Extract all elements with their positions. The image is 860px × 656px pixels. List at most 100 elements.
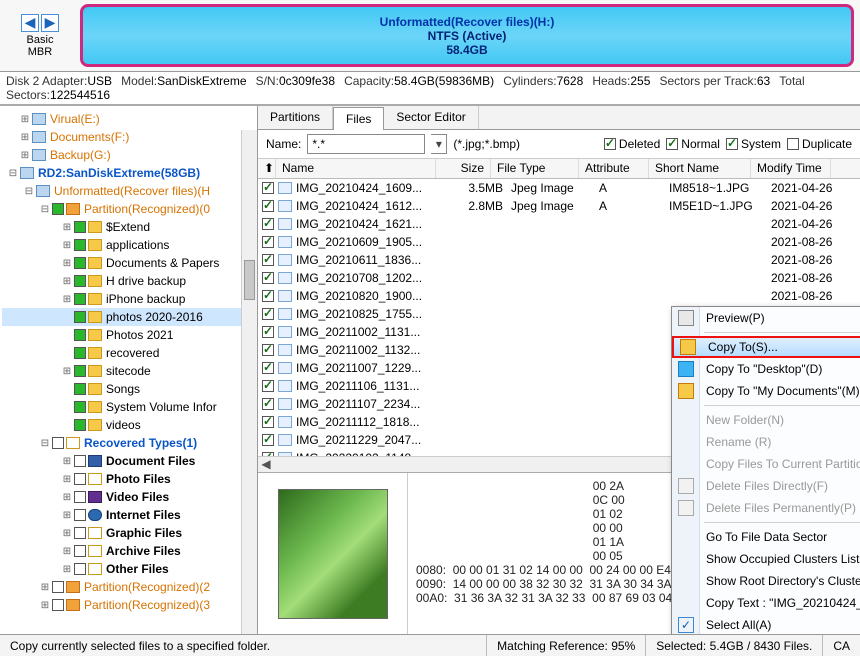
tree-item-partition-rec2[interactable]: ⊞Partition(Recognized)(2 [2, 578, 255, 596]
tree-item-applications[interactable]: ⊞applications [2, 236, 255, 254]
tree-item-docs-papers[interactable]: ⊞Documents & Papers [2, 254, 255, 272]
checkbox-icon[interactable] [52, 203, 64, 215]
row-checkbox[interactable] [262, 434, 274, 446]
checkbox-icon[interactable] [52, 581, 64, 593]
tab-files[interactable]: Files [333, 107, 384, 130]
file-row[interactable]: IMG_20210609_1905...2021-08-26 [258, 233, 860, 251]
checkbox-icon[interactable] [74, 401, 86, 413]
ctx-copy-text[interactable]: Copy Text : "IMG_20210424_162113.jpg" [672, 592, 860, 614]
tree-item-photos-selected[interactable]: photos 2020-2016 [2, 308, 255, 326]
row-checkbox[interactable] [262, 254, 274, 266]
tree-item-photo-files[interactable]: ⊞Photo Files [2, 470, 255, 488]
row-checkbox[interactable] [262, 416, 274, 428]
filter-deleted-checkbox[interactable]: Deleted [604, 137, 660, 151]
ctx-copy-desktop[interactable]: Copy To "Desktop"(D) [672, 358, 860, 380]
col-modify[interactable]: Modify Time [751, 159, 831, 178]
row-checkbox[interactable] [262, 344, 274, 356]
row-checkbox[interactable] [262, 218, 274, 230]
filter-name-input[interactable] [307, 134, 425, 154]
col-name[interactable]: Name [276, 159, 436, 178]
row-checkbox[interactable] [262, 236, 274, 248]
checkbox-icon[interactable] [74, 491, 86, 503]
row-checkbox[interactable] [262, 272, 274, 284]
checkbox-icon[interactable] [74, 527, 86, 539]
col-shortname[interactable]: Short Name [649, 159, 751, 178]
tree-item-extend[interactable]: ⊞$Extend [2, 218, 255, 236]
tree-scrollbar[interactable] [241, 130, 257, 634]
checkbox-icon[interactable] [74, 383, 86, 395]
checkbox-icon[interactable] [74, 239, 86, 251]
row-checkbox[interactable] [262, 326, 274, 338]
row-checkbox[interactable] [262, 362, 274, 374]
tree-item-photos21[interactable]: Photos 2021 [2, 326, 255, 344]
checkbox-icon[interactable] [74, 329, 86, 341]
tree-item-partition-rec3[interactable]: ⊞Partition(Recognized)(3 [2, 596, 255, 614]
tree-item-recovered-types[interactable]: ⊟Recovered Types(1) [2, 434, 255, 452]
checkbox-icon[interactable] [74, 293, 86, 305]
tree-item-other-files[interactable]: ⊞Other Files [2, 560, 255, 578]
row-checkbox[interactable] [262, 452, 274, 456]
checkbox-icon[interactable] [52, 437, 64, 449]
tree-item-iphone[interactable]: ⊞iPhone backup [2, 290, 255, 308]
col-up-icon[interactable]: ⬆ [258, 159, 276, 178]
tree-item-virtual[interactable]: ⊞Virual(E:) [2, 110, 255, 128]
tree-item-rd2[interactable]: ⊟RD2:SanDiskExtreme(58GB) [2, 164, 255, 182]
tree-item-songs[interactable]: Songs [2, 380, 255, 398]
ctx-show-root[interactable]: Show Root Directory's Clusters List [672, 570, 860, 592]
tree-item-documents[interactable]: ⊞Documents(F:) [2, 128, 255, 146]
nav-back-button[interactable]: ◀ [21, 14, 39, 32]
file-row[interactable]: IMG_20210424_1612...2.8MBJpeg ImageAIM5E… [258, 197, 860, 215]
row-checkbox[interactable] [262, 380, 274, 392]
file-row[interactable]: IMG_20210424_1609...3.5MBJpeg ImageAIM85… [258, 179, 860, 197]
file-row[interactable]: IMG_20210424_1621...2021-04-26 [258, 215, 860, 233]
ctx-select-all[interactable]: ✓Select All(A) [672, 614, 860, 634]
checkbox-icon[interactable] [74, 221, 86, 233]
tree-item-h-drive[interactable]: ⊞H drive backup [2, 272, 255, 290]
col-type[interactable]: File Type [491, 159, 579, 178]
ctx-go-sector[interactable]: Go To File Data Sector▸ [672, 526, 860, 548]
tree-item-svi[interactable]: System Volume Infor [2, 398, 255, 416]
ctx-copy-mydocs[interactable]: Copy To "My Documents"(M) [672, 380, 860, 402]
tree-item-backup[interactable]: ⊞Backup(G:) [2, 146, 255, 164]
tree-item-sitecode[interactable]: ⊞sitecode [2, 362, 255, 380]
checkbox-icon[interactable] [74, 311, 86, 323]
checkbox-icon[interactable] [74, 455, 86, 467]
ctx-show-occupied[interactable]: Show Occupied Clusters List [672, 548, 860, 570]
checkbox-icon[interactable] [74, 365, 86, 377]
checkbox-icon[interactable] [74, 347, 86, 359]
row-checkbox[interactable] [262, 200, 274, 212]
tree-item-recovered[interactable]: recovered [2, 344, 255, 362]
filter-system-checkbox[interactable]: System [726, 137, 781, 151]
tree-item-video-files[interactable]: ⊞Video Files [2, 488, 255, 506]
col-size[interactable]: Size [436, 159, 491, 178]
nav-forward-button[interactable]: ▶ [41, 14, 59, 32]
file-row[interactable]: IMG_20210708_1202...2021-08-26 [258, 269, 860, 287]
tree-item-archive-files[interactable]: ⊞Archive Files [2, 542, 255, 560]
checkbox-icon[interactable] [74, 545, 86, 557]
row-checkbox[interactable] [262, 308, 274, 320]
checkbox-icon[interactable] [74, 257, 86, 269]
checkbox-icon[interactable] [74, 563, 86, 575]
filter-normal-checkbox[interactable]: Normal [666, 137, 720, 151]
ctx-copy-to[interactable]: Copy To(S)... [672, 336, 860, 358]
tree-item-internet-files[interactable]: ⊞Internet Files [2, 506, 255, 524]
checkbox-icon[interactable] [74, 473, 86, 485]
tree-item-unformatted[interactable]: ⊟Unformatted(Recover files)(H [2, 182, 255, 200]
checkbox-icon[interactable] [74, 509, 86, 521]
tab-partitions[interactable]: Partitions [258, 106, 333, 129]
tree-item-graphic-files[interactable]: ⊞Graphic Files [2, 524, 255, 542]
row-checkbox[interactable] [262, 398, 274, 410]
tree-item-document-files[interactable]: ⊞Document Files [2, 452, 255, 470]
file-row[interactable]: IMG_20210611_1836...2021-08-26 [258, 251, 860, 269]
checkbox-icon[interactable] [74, 419, 86, 431]
checkbox-icon[interactable] [74, 275, 86, 287]
tab-sector-editor[interactable]: Sector Editor [384, 106, 478, 129]
filter-name-dropdown[interactable]: ▾ [431, 134, 447, 154]
checkbox-icon[interactable] [52, 599, 64, 611]
disk-partition-bar[interactable]: Unformatted(Recover files)(H:) NTFS (Act… [80, 4, 854, 67]
col-attr[interactable]: Attribute [579, 159, 649, 178]
row-checkbox[interactable] [262, 290, 274, 302]
file-row[interactable]: IMG_20210820_1900...2021-08-26 [258, 287, 860, 305]
filter-duplicate-checkbox[interactable]: Duplicate [787, 137, 852, 151]
tree-item-partition-rec[interactable]: ⊟Partition(Recognized)(0 [2, 200, 255, 218]
